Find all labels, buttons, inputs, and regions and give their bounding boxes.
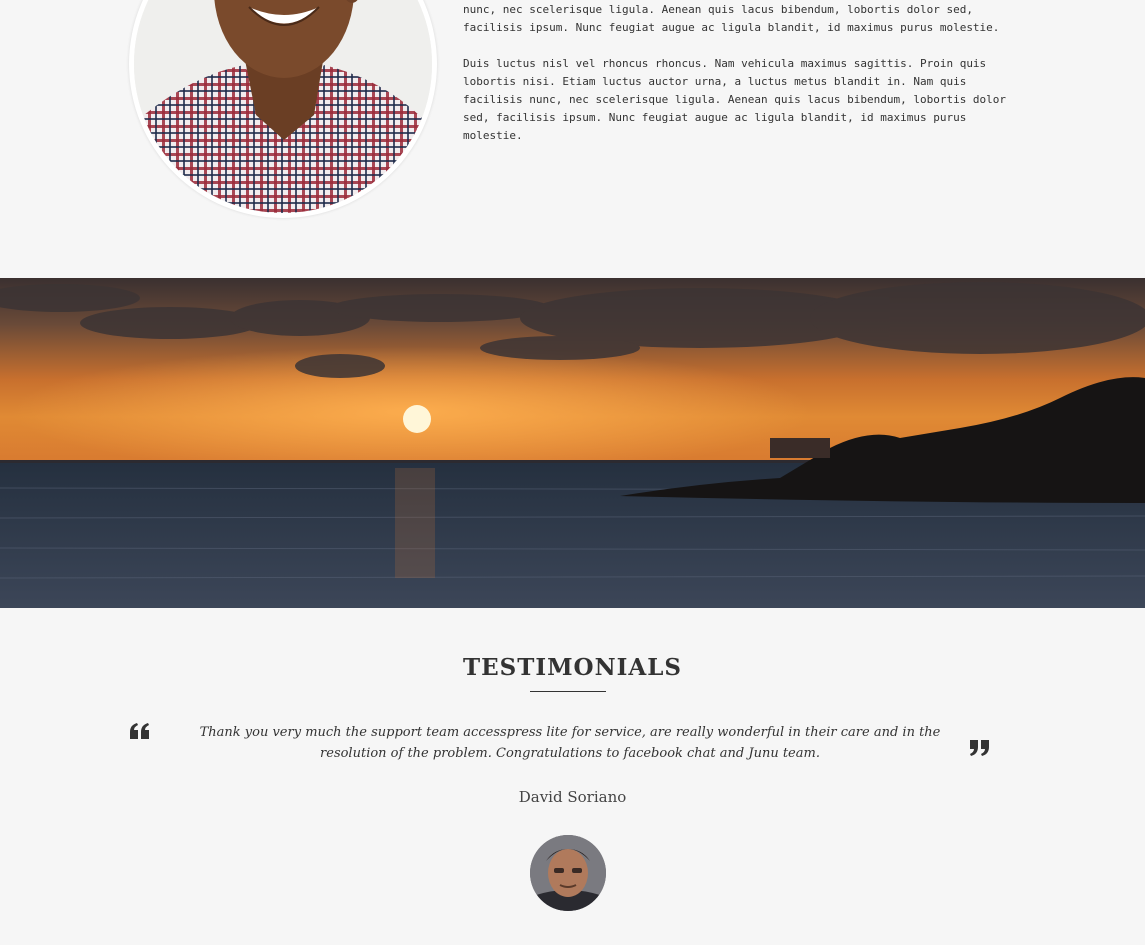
open-quote-icon: [129, 722, 151, 740]
testimonial-author: David Soriano: [518, 788, 627, 806]
section-title: TESTIMONIALS: [462, 654, 683, 681]
profile-photo-frame: [129, 0, 437, 218]
about-paragraph: nisi. Etiam luctus auctor urna, a luctus…: [463, 3, 1000, 34]
about-section: nisi. Etiam luctus auctor urna, a luctus…: [0, 0, 1145, 278]
title-underline: [530, 691, 606, 692]
close-quote-icon: [968, 739, 990, 757]
about-paragraph: Duis luctus nisl vel rhoncus rhoncus. Na…: [463, 57, 1007, 142]
testimonial-quote: Thank you very much the support team acc…: [199, 725, 941, 761]
testimonials-section: TESTIMONIALS Thank you very much the sup…: [0, 608, 1145, 945]
author-avatar: [530, 835, 606, 911]
sunset-banner-image: [0, 278, 1145, 608]
profile-photo: [134, 0, 432, 213]
about-text: nisi. Etiam luctus auctor urna, a luctus…: [463, 0, 1008, 163]
